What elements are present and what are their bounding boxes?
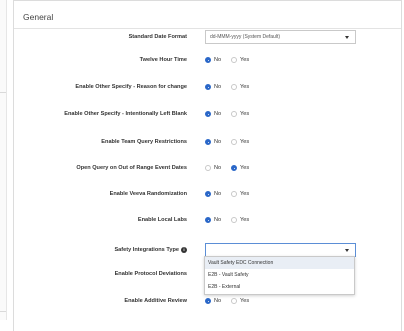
radio-label: Yes — [240, 191, 250, 197]
radio-label: Yes — [240, 139, 250, 145]
other-specify-blank-no-radio[interactable]: No — [205, 107, 221, 121]
radio-label: Yes — [240, 111, 250, 117]
sidebar-divider — [0, 311, 6, 312]
radio-unchecked-icon — [231, 217, 237, 223]
radio-label: Yes — [240, 57, 250, 63]
radio-unchecked-icon — [231, 191, 237, 197]
radio-unchecked-icon — [231, 139, 237, 145]
twelve-hour-label: Twelve Hour Time — [139, 57, 187, 63]
radio-unchecked-icon — [231, 298, 237, 304]
radio-unchecked-icon — [205, 165, 211, 171]
radio-label: No — [214, 84, 222, 90]
radio-label: No — [214, 165, 222, 171]
chevron-down-icon — [345, 249, 349, 252]
date-format-row: Standard Date Format dd-MMM-yyyy (System… — [14, 30, 401, 44]
panel-header: General — [14, 1, 401, 29]
additive-review-label: Enable Additive Review — [124, 298, 187, 304]
safety-integrations-menu: Vault Safety EDC Connection E2B - Vault … — [204, 256, 355, 295]
other-specify-blank-label: Enable Other Specify - Intentionally Lef… — [64, 111, 187, 117]
radio-checked-icon — [231, 165, 237, 171]
radio-label: No — [214, 139, 222, 145]
safety-integrations-label: Safety Integrations Type — [114, 247, 179, 253]
radio-unchecked-icon — [231, 57, 237, 63]
menu-item[interactable]: E2B - External — [205, 281, 354, 293]
radio-label: No — [214, 191, 222, 197]
vault-randomization-label: Enable Veeva Randomization — [109, 191, 187, 197]
vault-randomization-yes-radio[interactable]: Yes — [231, 187, 249, 201]
vault-randomization-row: Enable Veeva Randomization No Yes — [14, 187, 401, 201]
section-title: General — [23, 12, 54, 22]
local-labs-label: Enable Local Labs — [137, 217, 187, 223]
other-specify-reason-no-radio[interactable]: No — [205, 80, 221, 94]
open-query-label: Open Query on Out of Range Event Dates — [76, 165, 187, 171]
date-format-value: dd-MMM-yyyy (System Default) — [210, 34, 281, 40]
menu-item[interactable]: E2B - Vault Safety — [205, 269, 354, 281]
safety-integrations-label-wrap: Safety Integrations Type i — [114, 243, 187, 257]
other-specify-reason-label: Enable Other Specify - Reason for change — [75, 84, 187, 90]
other-specify-reason-row: Enable Other Specify - Reason for change… — [14, 80, 401, 94]
team-query-row: Enable Team Query Restrictions No Yes — [14, 135, 401, 149]
info-icon[interactable]: i — [181, 246, 187, 253]
other-specify-blank-yes-radio[interactable]: Yes — [231, 107, 249, 121]
radio-label: Yes — [240, 298, 250, 304]
radio-label: No — [214, 217, 222, 223]
radio-label: Yes — [240, 84, 250, 90]
open-query-yes-radio[interactable]: Yes — [231, 161, 249, 175]
chevron-down-icon — [345, 36, 349, 39]
protocol-deviations-label: Enable Protocol Deviations — [114, 271, 187, 277]
date-format-select[interactable]: dd-MMM-yyyy (System Default) — [205, 30, 356, 44]
safety-integrations-row: Safety Integrations Type i — [14, 243, 401, 257]
team-query-label: Enable Team Query Restrictions — [101, 139, 187, 145]
safety-integrations-select[interactable] — [205, 243, 356, 257]
open-query-no-radio[interactable]: No — [205, 161, 221, 175]
menu-item[interactable]: Vault Safety EDC Connection — [205, 257, 354, 269]
radio-checked-icon — [205, 191, 211, 197]
radio-label: No — [214, 111, 222, 117]
radio-label: Yes — [240, 165, 250, 171]
left-sidebar-edge — [0, 0, 7, 320]
radio-checked-icon — [205, 84, 211, 90]
other-specify-reason-yes-radio[interactable]: Yes — [231, 80, 249, 94]
date-format-label: Standard Date Format — [128, 34, 187, 40]
additive-review-yes-radio[interactable]: Yes — [231, 294, 249, 308]
other-specify-blank-row: Enable Other Specify - Intentionally Lef… — [14, 107, 401, 121]
local-labs-no-radio[interactable]: No — [205, 213, 221, 227]
additive-review-row: Enable Additive Review No Yes — [14, 294, 401, 308]
team-query-yes-radio[interactable]: Yes — [231, 135, 249, 149]
vault-randomization-no-radio[interactable]: No — [205, 187, 221, 201]
radio-checked-icon — [205, 298, 211, 304]
radio-checked-icon — [205, 111, 211, 117]
local-labs-yes-radio[interactable]: Yes — [231, 213, 249, 227]
radio-unchecked-icon — [231, 111, 237, 117]
radio-checked-icon — [205, 217, 211, 223]
radio-checked-icon — [205, 139, 211, 145]
open-query-row: Open Query on Out of Range Event Dates N… — [14, 161, 401, 175]
team-query-no-radio[interactable]: No — [205, 135, 221, 149]
radio-unchecked-icon — [231, 84, 237, 90]
radio-checked-icon — [205, 57, 211, 63]
twelve-hour-no-radio[interactable]: No — [205, 53, 221, 67]
local-labs-row: Enable Local Labs No Yes — [14, 213, 401, 227]
radio-label: No — [214, 57, 222, 63]
twelve-hour-yes-radio[interactable]: Yes — [231, 53, 249, 67]
radio-label: No — [214, 298, 222, 304]
additive-review-no-radio[interactable]: No — [205, 294, 221, 308]
sidebar-divider — [0, 92, 6, 93]
twelve-hour-row: Twelve Hour Time No Yes — [14, 53, 401, 67]
radio-label: Yes — [240, 217, 250, 223]
